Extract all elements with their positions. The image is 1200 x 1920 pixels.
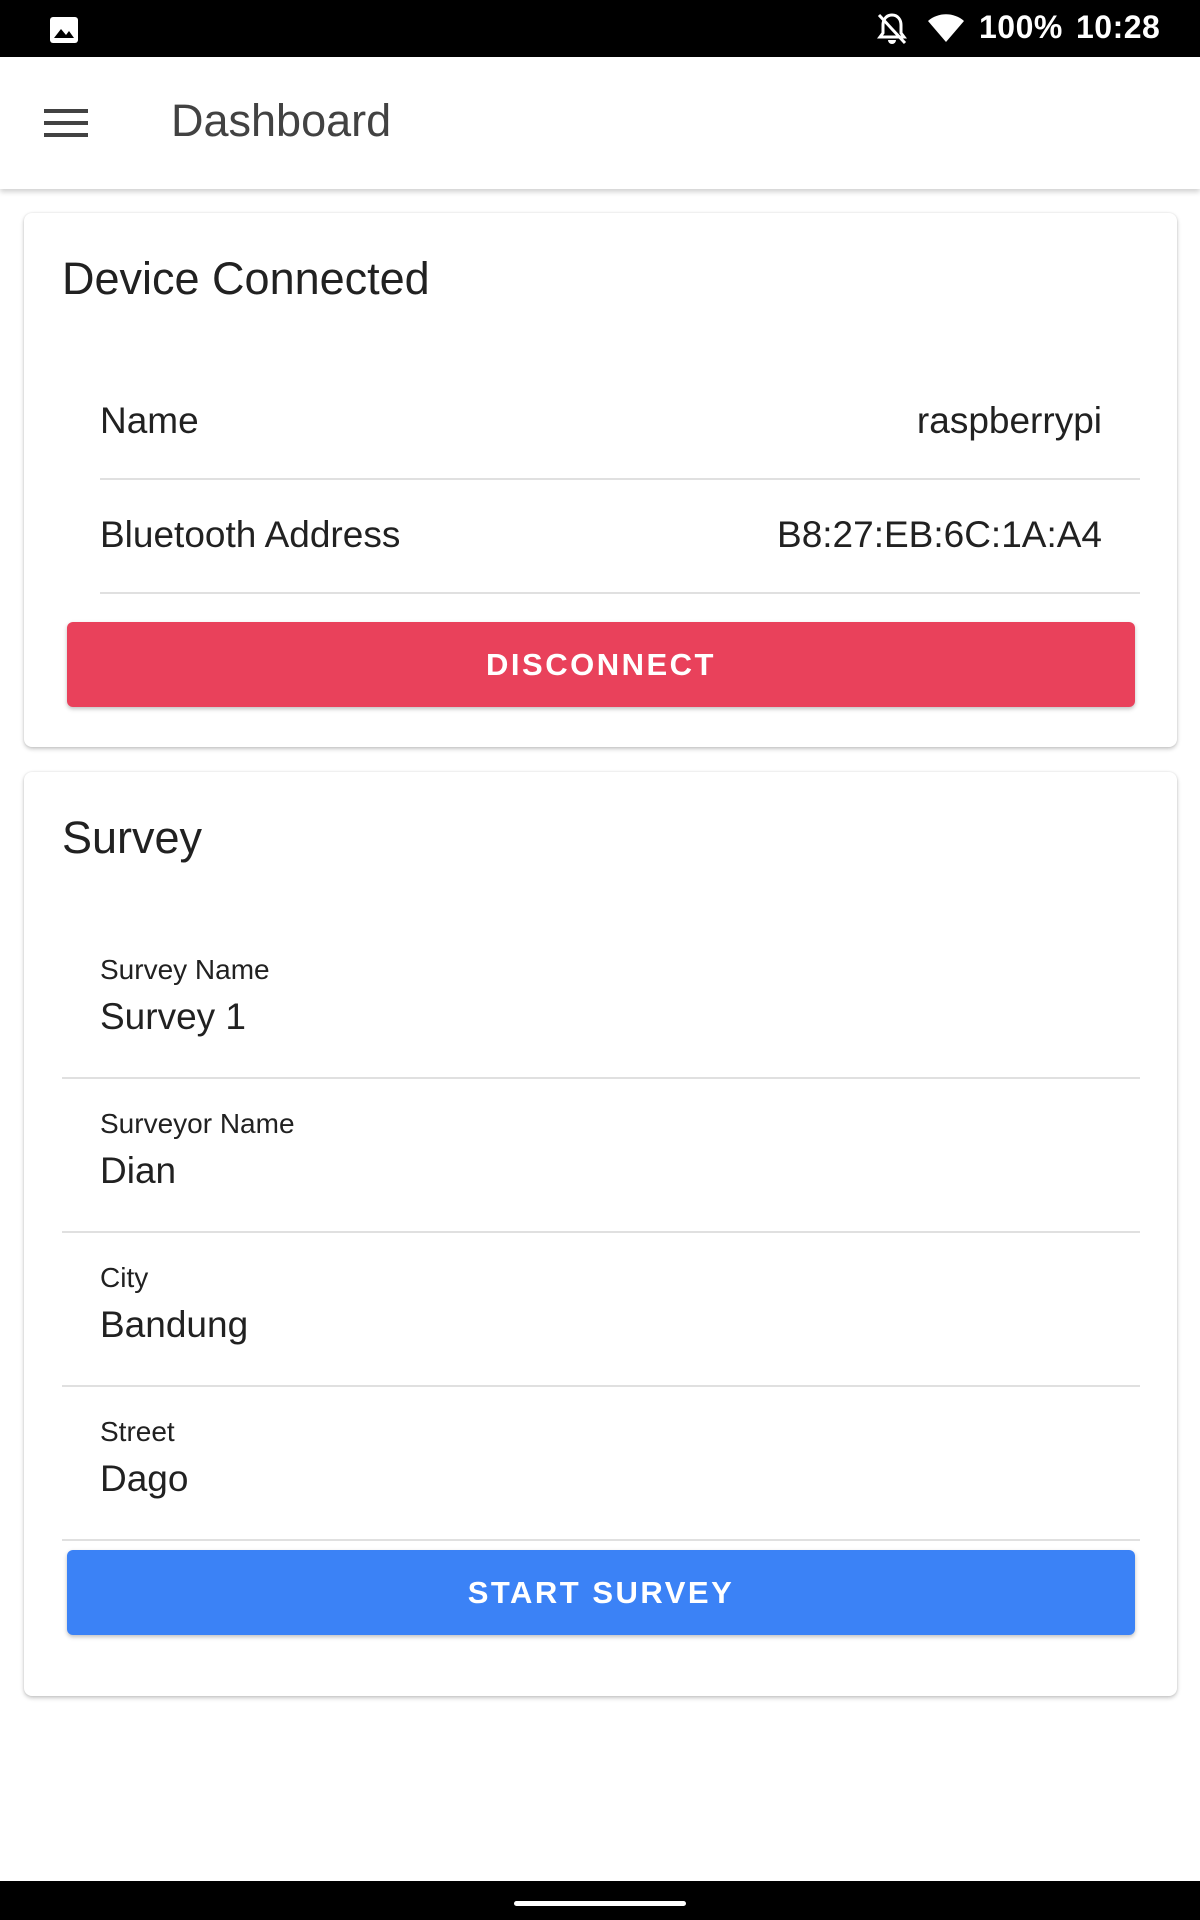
surveyor-name-input[interactable] — [100, 1150, 1100, 1192]
hamburger-menu-icon[interactable] — [44, 107, 88, 139]
street-input[interactable] — [100, 1458, 1100, 1500]
device-name-label: Name — [100, 400, 199, 441]
street-label: Street — [100, 1416, 175, 1447]
bell-off-icon — [877, 13, 907, 45]
app-bar: Dashboard — [0, 57, 1200, 189]
navigation-bar — [0, 1881, 1200, 1920]
bluetooth-address-row: Bluetooth Address B8:27:EB:6C:1A:A4 — [100, 478, 1140, 594]
survey-name-field[interactable]: Survey Name — [62, 924, 1140, 1079]
page-title: Dashboard — [171, 95, 392, 146]
battery-level: 100% — [979, 9, 1063, 45]
city-label: City — [100, 1262, 149, 1293]
wifi-icon — [928, 14, 964, 42]
image-icon — [50, 17, 78, 43]
survey-card-title: Survey — [62, 812, 203, 863]
status-bar: 100% 10:28 — [0, 0, 1200, 57]
surveyor-name-label: Surveyor Name — [100, 1108, 295, 1139]
device-name-value: raspberrypi — [916, 400, 1102, 441]
status-clock: 10:28 — [1076, 9, 1161, 45]
bluetooth-address-value: B8:27:EB:6C:1A:A4 — [777, 514, 1102, 555]
survey-name-input[interactable] — [100, 996, 1100, 1038]
city-field[interactable]: City — [62, 1232, 1140, 1387]
surveyor-name-field[interactable]: Surveyor Name — [62, 1078, 1140, 1233]
survey-name-label: Survey Name — [100, 954, 270, 985]
disconnect-button[interactable]: DISCONNECT — [67, 622, 1135, 707]
home-gesture-handle[interactable] — [514, 1901, 686, 1906]
bluetooth-address-label: Bluetooth Address — [100, 514, 401, 555]
start-survey-button[interactable]: START SURVEY — [67, 1550, 1135, 1635]
device-card-title: Device Connected — [62, 253, 430, 304]
city-input[interactable] — [100, 1304, 1100, 1346]
device-name-row: Name raspberrypi — [100, 364, 1140, 480]
street-field[interactable]: Street — [62, 1386, 1140, 1541]
